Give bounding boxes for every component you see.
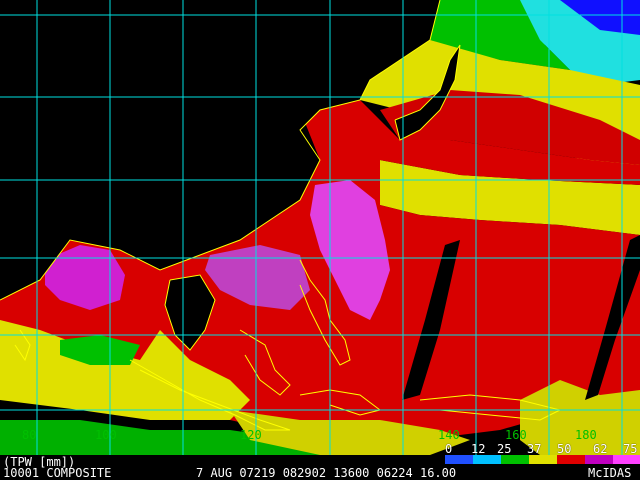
lon-label-180: 180 (575, 428, 597, 442)
legend-swatch-1 (473, 455, 501, 464)
tpw-color-legend: 0 12 25 37 50 62 75 (445, 443, 640, 469)
legend-label-37: 37 (527, 442, 542, 456)
lon-label-80: 80 (22, 428, 37, 442)
tpw-image (0, 0, 640, 455)
legend-label-12: 12 (471, 442, 486, 456)
legend-label-25: 25 (497, 442, 512, 456)
legend-swatch-0 (445, 455, 473, 464)
legend-label-62: 62 (593, 442, 608, 456)
legend-swatch-6 (613, 455, 640, 464)
legend-label-0: 0 (445, 442, 453, 456)
legend-swatch-5 (585, 455, 613, 464)
legend-label-75: 75 (623, 442, 638, 456)
legend-swatch-4 (557, 455, 585, 464)
timestamp-label: 7 AUG 07219 082902 13600 06224 16.00 (196, 466, 457, 480)
legend-label-50: 50 (557, 442, 572, 456)
lon-label-120: 120 (240, 428, 262, 442)
lon-label-160: 160 (505, 428, 527, 442)
tpw-composite-map: 80 100 120 140 160 180 (TPW [mm]) 10001 … (0, 0, 640, 480)
lon-label-140: 140 (438, 428, 460, 442)
lon-label-100: 100 (95, 428, 117, 442)
legend-swatch-3 (529, 455, 557, 464)
composite-label: 10001 COMPOSITE (3, 466, 112, 480)
legend-swatch-2 (501, 455, 529, 464)
